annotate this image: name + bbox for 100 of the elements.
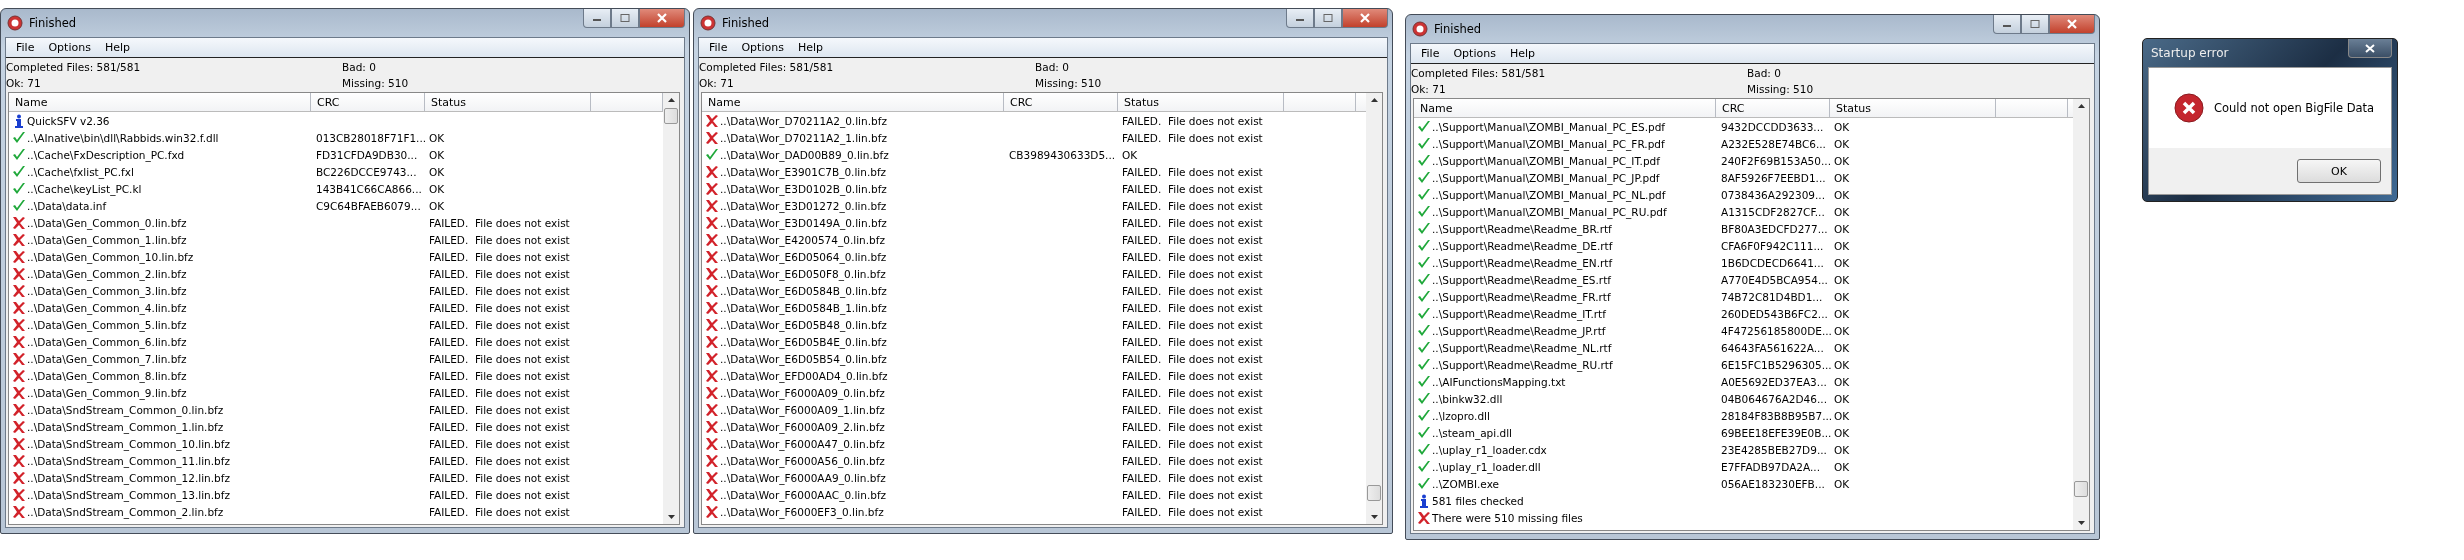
maximize-icon [2030, 20, 2040, 28]
status-text: FAILED. File does not exist [1122, 131, 1263, 144]
column-header[interactable]: CRC [1716, 99, 1830, 117]
stat-text: Completed Files: 581/581 [6, 60, 142, 75]
scroll-thumb[interactable] [2074, 481, 2088, 497]
close-button[interactable] [1342, 9, 1388, 28]
file-name: ..\Data\Wor_F6000EF3_0.lin.bfz [720, 505, 884, 518]
scroll-thumb[interactable] [1367, 485, 1381, 501]
crc-value: A770E4D5BCA954... [1721, 273, 1828, 286]
cross-icon [12, 334, 26, 349]
file-name: ..\AInative\bin\dll\Rabbids.win32.f.dll [27, 131, 219, 144]
file-name: ..\Data\Wor_E6D0584B_0.lin.bfz [720, 284, 887, 297]
file-name: ..\Support\Manual\ZOMBI_Manual_PC_JP.pdf [1432, 171, 1660, 184]
menu-item[interactable]: Options [42, 41, 97, 54]
check-icon [12, 181, 26, 196]
column-header[interactable]: Name [1414, 99, 1716, 117]
file-name: 581 files checked [1432, 494, 1524, 507]
file-name: ..\Data\Wor_E6D050F8_0.lin.bfz [720, 267, 886, 280]
minimize-button[interactable] [1993, 15, 2021, 34]
crc-value: 056AE183230EFB... [1721, 477, 1825, 490]
cross-icon [12, 266, 26, 281]
cross-icon [705, 385, 719, 400]
close-button[interactable] [639, 9, 685, 28]
file-name: ..\Data\Wor_F6000AA9_0.lin.bfz [720, 471, 886, 484]
column-header[interactable]: Status [425, 93, 591, 111]
cross-icon [12, 453, 26, 468]
maximize-button[interactable] [611, 9, 639, 28]
file-name: ..\Data\Wor_E6D0584B_1.lin.bfz [720, 301, 887, 314]
check-icon [1417, 408, 1431, 423]
crc-value: 04B064676A2D46... [1721, 392, 1827, 405]
status-text: FAILED. File does not exist [1122, 471, 1263, 484]
scroll-thumb[interactable] [664, 108, 678, 124]
file-name: ..\Data\Wor_DAD00B89_0.lin.bfz [720, 148, 889, 161]
column-header[interactable]: Name [9, 93, 311, 111]
status-text: OK [429, 182, 445, 195]
cross-icon [12, 351, 26, 366]
file-name: QuickSFV v2.36 [27, 114, 110, 127]
status-text: FAILED. File does not exist [429, 505, 570, 518]
menu-item[interactable]: File [703, 41, 734, 54]
cross-icon [705, 436, 719, 451]
file-name: ..\Support\Readme\Readme_NL.rtf [1432, 341, 1612, 354]
close-button[interactable] [2049, 15, 2095, 34]
maximize-button[interactable] [1314, 9, 1342, 28]
check-icon [1417, 187, 1431, 202]
file-name: ..\Data\SndStream_Common_2.lin.bfz [27, 505, 224, 518]
file-name: ..\Data\Wor_EFD00AD4_0.lin.bfz [720, 369, 888, 382]
cross-icon [12, 368, 26, 383]
status-text: FAILED. File does not exist [1122, 318, 1263, 331]
status-text: OK [1834, 392, 1850, 405]
cross-icon [12, 249, 26, 264]
file-name: ..\Data\Wor_E6D05B4E_0.lin.bfz [720, 335, 887, 348]
scroll-up-icon [666, 97, 676, 103]
status-text: OK [1122, 148, 1138, 161]
stat-text: Missing: 510 [1035, 76, 1103, 91]
menu-item[interactable]: Help [791, 41, 829, 54]
scroll-bar[interactable] [2073, 99, 2089, 530]
scroll-bar[interactable] [1366, 93, 1382, 524]
crc-value: 69BEE18EFE39E0B... [1721, 426, 1832, 439]
menu-item[interactable]: File [1415, 47, 1446, 60]
close-icon [1359, 13, 1371, 23]
column-header[interactable]: CRC [311, 93, 425, 111]
status-text: FAILED. File does not exist [1122, 420, 1263, 433]
cross-icon [705, 368, 719, 383]
crc-value: 6E15FC1B5296305... [1721, 358, 1832, 371]
file-name: ..\Data\SndStream_Common_12.lin.bfz [27, 471, 230, 484]
menu-item[interactable]: Options [735, 41, 790, 54]
status-text: FAILED. File does not exist [429, 284, 570, 297]
file-name: ..\Data\Gen_Common_1.lin.bfz [27, 233, 187, 246]
file-name: ..\Data\Wor_F6000A09_0.lin.bfz [720, 386, 885, 399]
scroll-down-icon [1369, 514, 1379, 520]
status-text: FAILED. File does not exist [1122, 267, 1263, 280]
menu-item[interactable]: File [10, 41, 41, 54]
status-text: FAILED. File does not exist [1122, 182, 1263, 195]
minimize-button[interactable] [1286, 9, 1314, 28]
stat-text: Ok: 71 [6, 76, 42, 91]
minimize-button[interactable] [583, 9, 611, 28]
file-name: ..\Data\Wor_E3901C7B_0.lin.bfz [720, 165, 887, 178]
column-header[interactable]: CRC [1004, 93, 1118, 111]
file-name: ..\AIFunctionsMapping.txt [1432, 375, 1566, 388]
menu-item[interactable]: Help [1503, 47, 1541, 60]
crc-value: 240F2F69B153A50... [1721, 154, 1831, 167]
maximize-button[interactable] [2021, 15, 2049, 34]
crc-value: E7FFADB97DA2A... [1721, 460, 1821, 473]
menu-item[interactable]: Options [1447, 47, 1502, 60]
file-name: ..\Data\Gen_Common_2.lin.bfz [27, 267, 187, 280]
close-button[interactable] [2348, 39, 2392, 58]
status-text: OK [1834, 307, 1850, 320]
check-icon [1417, 289, 1431, 304]
file-name: ..\Data\SndStream_Common_10.lin.bfz [27, 437, 230, 450]
column-header[interactable]: Name [702, 93, 1004, 111]
crc-value: 4F47256185800DE... [1721, 324, 1832, 337]
scroll-bar[interactable] [663, 93, 679, 524]
menu-item[interactable]: Help [98, 41, 136, 54]
column-header[interactable]: Status [1118, 93, 1284, 111]
ok-button[interactable]: OK [2297, 159, 2381, 183]
cross-icon [12, 283, 26, 298]
file-name: ..\Support\Readme\Readme_ES.rtf [1432, 273, 1611, 286]
crc-value: BF80A3EDCFD277... [1721, 222, 1828, 235]
status-text: FAILED. File does not exist [1122, 250, 1263, 263]
column-header[interactable]: Status [1830, 99, 1996, 117]
